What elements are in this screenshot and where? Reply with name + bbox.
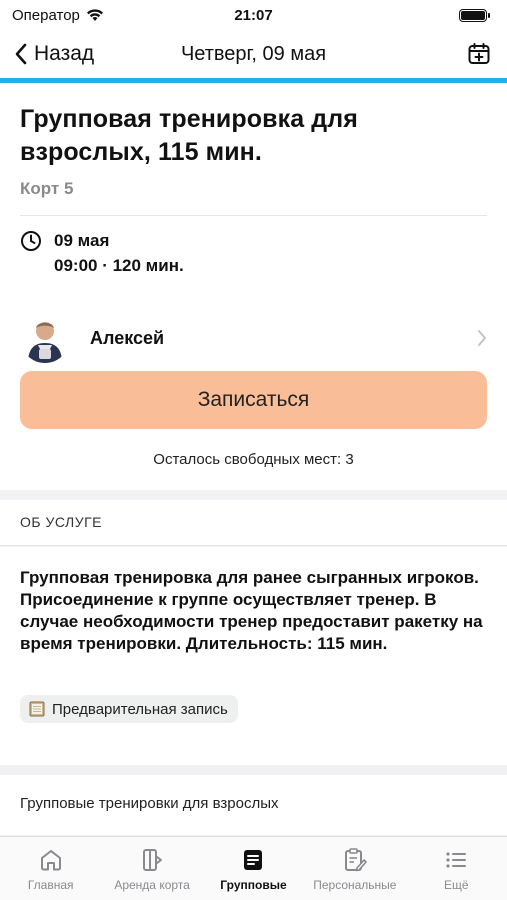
chevron-right-icon xyxy=(478,330,486,346)
tab-more-label: Ещё xyxy=(443,878,469,892)
trainer-name: Алексей xyxy=(90,327,165,348)
back-button[interactable]: Назад xyxy=(14,42,94,66)
calendar-add-icon xyxy=(468,43,490,64)
back-label: Назад xyxy=(34,42,95,65)
signup-button[interactable]: Записаться xyxy=(20,371,487,429)
about-description: Групповая тренировка для ранее сыгранных… xyxy=(20,568,483,653)
status-bar: Оператор 21:07 xyxy=(0,0,507,30)
carrier-group: Оператор xyxy=(12,7,104,24)
chevron-left-icon xyxy=(15,43,27,65)
wifi-icon xyxy=(86,9,103,21)
notebook-icon xyxy=(29,701,45,717)
tab-group[interactable]: Групповые xyxy=(203,847,303,900)
court-rent-icon xyxy=(143,849,163,871)
home-icon xyxy=(40,850,61,871)
calendar-add-button[interactable] xyxy=(465,40,493,68)
event-title: Групповая тренировка для взрослых, 115 м… xyxy=(20,105,358,166)
clock-icon xyxy=(21,231,41,251)
event-datetime: 09 мая 09:00 · 120 мин. xyxy=(20,228,487,278)
chip-label: Предварительная запись xyxy=(52,700,228,718)
tab-court-rent-label: Аренда корта xyxy=(114,878,190,892)
divider xyxy=(20,215,487,216)
tab-more[interactable]: Ещё xyxy=(406,847,506,900)
group-note-icon xyxy=(244,850,263,870)
tab-court-rent[interactable]: Аренда корта xyxy=(102,847,202,900)
tab-bar: Главная Аренда корта Групповые Персональ… xyxy=(0,836,507,900)
event-date: 09 мая xyxy=(54,231,110,250)
carrier-name: Оператор xyxy=(12,6,80,24)
tab-personal-label: Персональные xyxy=(313,878,397,892)
event-court: Корт 5 xyxy=(20,179,74,198)
free-seats-text: Осталось свободных мест: 3 xyxy=(153,451,354,468)
tab-personal[interactable]: Персональные xyxy=(305,847,405,900)
navigation-bar: Назад Четверг, 09 мая xyxy=(0,30,507,78)
tab-group-label: Групповые xyxy=(220,878,287,892)
about-section: Групповая тренировка для ранее сыгранных… xyxy=(0,547,507,765)
battery-icon xyxy=(459,8,490,22)
event-card: Групповая тренировка для взрослых, 115 м… xyxy=(0,83,507,490)
category-row[interactable]: Групповые тренировки для взрослых xyxy=(0,775,507,835)
tab-home[interactable]: Главная xyxy=(1,847,101,900)
event-time: 09:00 · 120 мин. xyxy=(54,256,184,275)
trainer-row[interactable]: Алексей xyxy=(20,313,487,363)
avatar-image xyxy=(20,313,70,363)
preregistration-chip: Предварительная запись xyxy=(20,695,238,723)
personal-clipboard-icon xyxy=(344,848,367,872)
about-section-header: ОБ УСЛУГЕ xyxy=(0,500,507,546)
more-list-icon xyxy=(446,852,467,868)
trainer-avatar xyxy=(20,313,70,363)
tab-home-label: Главная xyxy=(27,878,74,892)
